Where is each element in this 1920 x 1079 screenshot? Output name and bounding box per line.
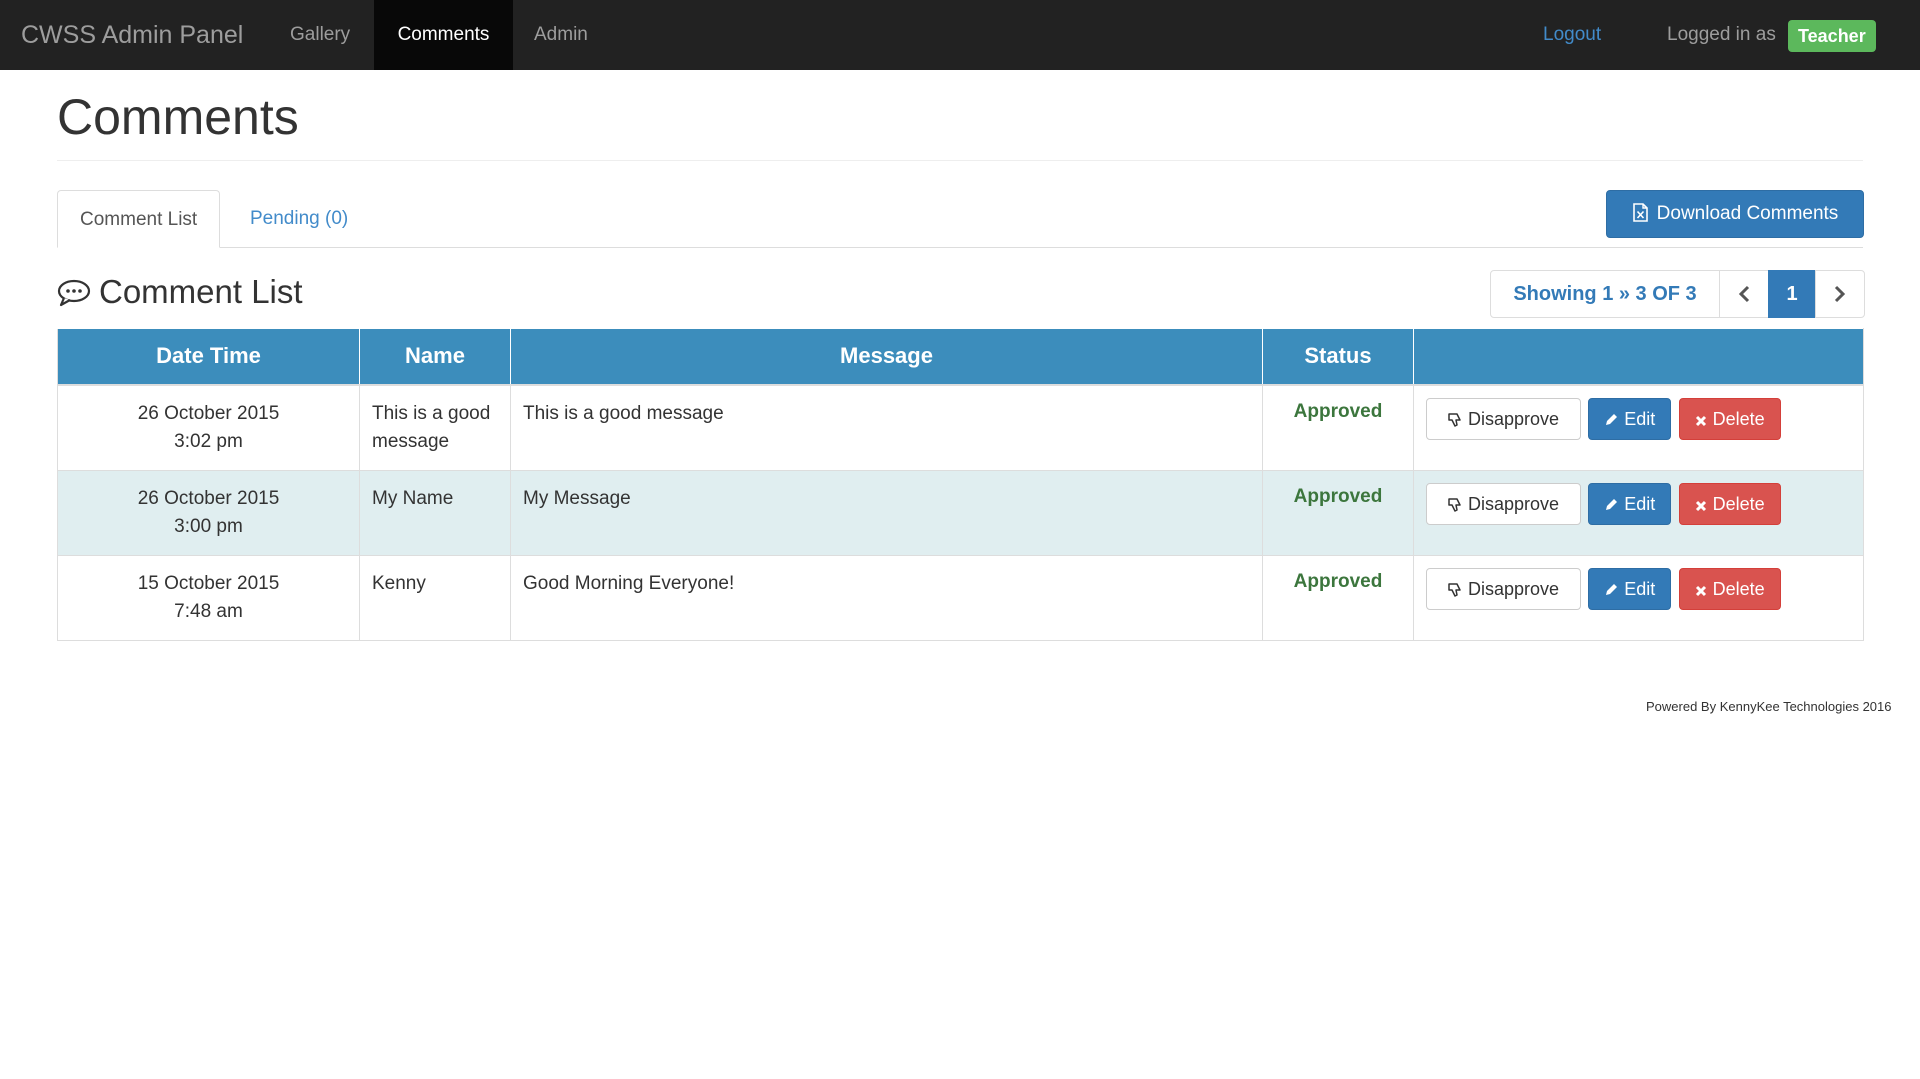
disapprove-button[interactable]: Disapprove <box>1426 397 1581 440</box>
delete-button[interactable]: Delete <box>1678 397 1781 440</box>
edit-label: Edit <box>1624 408 1656 429</box>
close-icon <box>1695 415 1706 426</box>
time-text: 3:02 pm <box>174 430 243 452</box>
actions-cell: Disapprove Edit Delete <box>1413 554 1864 641</box>
comments-table: Date Time Name Message Status 26 October… <box>57 328 1864 641</box>
download-comments-label: Download Comments <box>1656 203 1839 224</box>
pencil-icon <box>1606 498 1618 510</box>
column-header-name: Name <box>359 328 511 386</box>
date-text: 15 October 2015 <box>137 572 280 594</box>
pagination-info: Showing 1 » 3 OF 3 <box>1490 270 1720 318</box>
date-time-cell: 15 October 2015 7:48 am <box>57 554 360 641</box>
delete-label: Delete <box>1712 493 1765 514</box>
close-icon <box>1695 585 1706 596</box>
thumbs-down-icon <box>1448 582 1461 597</box>
edit-label: Edit <box>1624 493 1656 514</box>
disapprove-button[interactable]: Disapprove <box>1426 482 1581 525</box>
table-row: 15 October 2015 7:48 am Kenny Good Mornin… <box>57 554 1864 641</box>
status-cell: Approved <box>1262 384 1414 471</box>
pagination-prev-button[interactable] <box>1719 270 1769 318</box>
chevron-right-icon <box>1834 285 1846 303</box>
top-navbar: CWSS Admin Panel Gallery Comments Admin … <box>0 0 1920 70</box>
edit-button[interactable]: Edit <box>1588 567 1672 610</box>
name-cell: Kenny <box>359 554 511 641</box>
disapprove-label: Disapprove <box>1467 578 1560 599</box>
delete-button[interactable]: Delete <box>1678 482 1781 525</box>
disapprove-label: Disapprove <box>1467 408 1560 429</box>
column-header-date-time: Date Time <box>57 328 360 386</box>
time-text: 7:48 am <box>174 600 243 622</box>
file-excel-icon <box>1632 203 1648 222</box>
edit-button[interactable]: Edit <box>1588 482 1672 525</box>
pencil-icon <box>1606 583 1618 595</box>
logout-link[interactable]: Logout <box>1543 0 1601 70</box>
table-header-row: Date Time Name Message Status <box>57 328 1864 386</box>
chevron-left-icon <box>1738 285 1750 303</box>
message-cell: This is a good message <box>510 384 1263 471</box>
section-title: Comment List <box>57 273 303 311</box>
pagination: Showing 1 » 3 OF 3 1 <box>1490 270 1865 318</box>
role-badge: Teacher <box>1788 20 1876 52</box>
pagination-next-button[interactable] <box>1815 270 1865 318</box>
name-cell: My Name <box>359 469 511 556</box>
delete-label: Delete <box>1712 408 1765 429</box>
date-text: 26 October 2015 <box>137 402 280 424</box>
brand-title[interactable]: CWSS Admin Panel <box>21 0 243 70</box>
message-cell: My Message <box>510 469 1263 556</box>
section-title-text: Comment List <box>99 273 303 310</box>
comments-icon <box>57 279 91 307</box>
column-header-actions <box>1413 328 1864 386</box>
nav-link-gallery[interactable]: Gallery <box>290 0 350 70</box>
nav-link-admin[interactable]: Admin <box>534 0 588 70</box>
close-icon <box>1695 500 1706 511</box>
delete-button[interactable]: Delete <box>1678 567 1781 610</box>
column-header-status: Status <box>1262 328 1414 386</box>
column-header-message: Message <box>510 328 1263 386</box>
page-title: Comments <box>57 89 299 145</box>
actions-cell: Disapprove Edit Delete <box>1413 384 1864 471</box>
date-text: 26 October 2015 <box>137 487 280 509</box>
date-time-cell: 26 October 2015 3:00 pm <box>57 469 360 556</box>
table-row: 26 October 2015 3:00 pm My Name My Messag… <box>57 469 1864 556</box>
status-cell: Approved <box>1262 554 1414 641</box>
logged-in-label: Logged in as <box>1667 24 1776 45</box>
nav-link-comments[interactable]: Comments <box>374 0 513 70</box>
thumbs-down-icon <box>1448 497 1461 512</box>
thumbs-down-icon <box>1448 412 1461 427</box>
tab-comment-list[interactable]: Comment List <box>57 190 221 248</box>
footer-credit: Powered By KennyKee Technologies 2016 <box>1646 699 1892 714</box>
pagination-page-1[interactable]: 1 <box>1768 270 1816 318</box>
status-cell: Approved <box>1262 469 1414 556</box>
edit-label: Edit <box>1624 578 1656 599</box>
disapprove-label: Disapprove <box>1467 493 1560 514</box>
edit-button[interactable]: Edit <box>1588 397 1672 440</box>
message-cell: Good Morning Everyone! <box>510 554 1263 641</box>
name-cell: This is a good message <box>359 384 511 471</box>
time-text: 3:00 pm <box>174 515 243 537</box>
disapprove-button[interactable]: Disapprove <box>1426 567 1581 610</box>
header-divider <box>57 160 1863 161</box>
pencil-icon <box>1606 413 1618 425</box>
actions-cell: Disapprove Edit Delete <box>1413 469 1864 556</box>
table-row: 26 October 2015 3:02 pm This is a good me… <box>57 384 1864 471</box>
delete-label: Delete <box>1712 578 1765 599</box>
tab-pending[interactable]: Pending (0) <box>228 190 370 248</box>
download-comments-button[interactable]: Download Comments <box>1606 190 1864 238</box>
date-time-cell: 26 October 2015 3:02 pm <box>57 384 360 471</box>
